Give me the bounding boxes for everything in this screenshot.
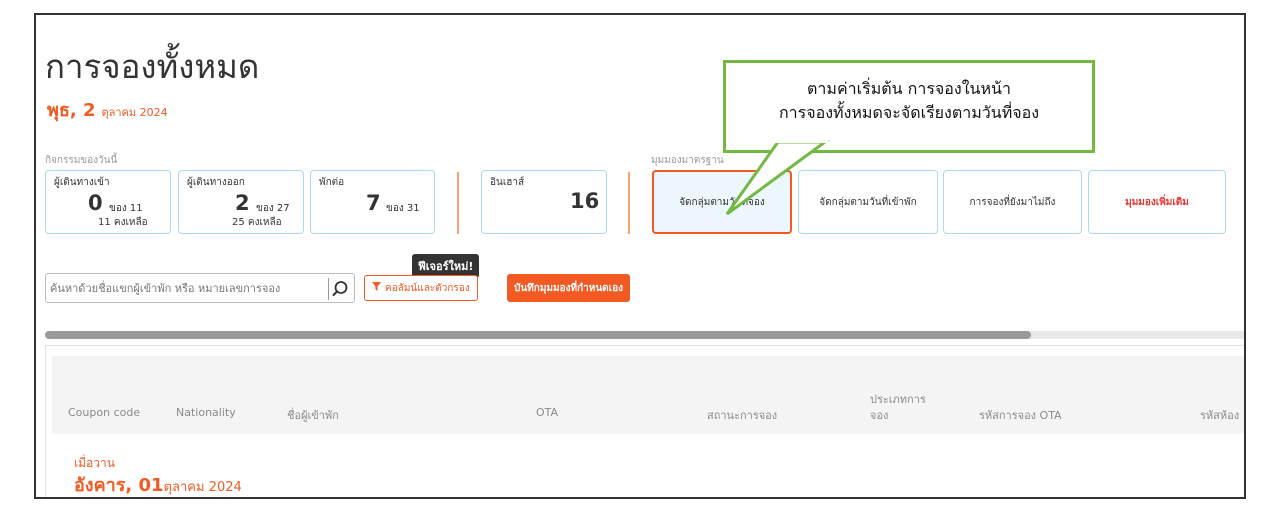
current-date-day: พุธ, 2 <box>47 100 96 121</box>
arrivals-of: ของ 11 <box>109 203 143 214</box>
column-coupon-code[interactable]: Coupon code <box>68 406 140 419</box>
inhouse-count: 16 <box>570 189 600 213</box>
current-date: พุธ, 2 ตุลาคม 2024 <box>47 95 168 124</box>
group-date-day: อังคาร, 01 <box>74 475 164 496</box>
arrivals-label: ผู้เดินทางเข้า <box>54 177 110 188</box>
arrivals-card[interactable]: ผู้เดินทางเข้า 0 ของ 11 11 คงเหลือ <box>45 170 171 234</box>
scrollbar-thumb[interactable] <box>45 331 1031 339</box>
page-title: การจองทั้งหมด <box>45 47 260 86</box>
current-date-month: ตุลาคม 2024 <box>101 106 168 119</box>
column-booking-status[interactable]: สถานะการจอง <box>707 406 777 424</box>
activities-section-label: กิจกรรมของวันนี้ <box>45 155 118 166</box>
departures-count: 2 <box>235 191 250 215</box>
departures-remaining: 25 คงเหลือ <box>232 217 282 228</box>
search-icon[interactable] <box>328 278 350 300</box>
table-header: Coupon code Nationality ชื่อผู้เข้าพัก O… <box>52 356 1244 434</box>
horizontal-scrollbar[interactable] <box>45 331 1244 339</box>
search-box[interactable] <box>45 273 355 303</box>
filter-icon <box>372 282 381 294</box>
callout-pointer <box>725 139 830 216</box>
bookings-table: Coupon code Nationality ชื่อผู้เข้าพัก O… <box>45 345 1244 497</box>
divider <box>628 172 630 234</box>
columns-filter-button[interactable]: คอลัมน์และตัวกรอง <box>364 275 478 301</box>
stayovers-of: ของ 31 <box>386 203 420 214</box>
column-room-code[interactable]: รหัสห้อง <box>1200 406 1239 424</box>
inhouse-card[interactable]: อินเฮาส์ 16 <box>481 170 607 234</box>
departures-of: ของ 27 <box>256 203 290 214</box>
group-date: อังคาร, 01ตุลาคม 2024 <box>74 470 242 497</box>
search-input[interactable] <box>50 277 322 299</box>
stayovers-card[interactable]: พักต่อ 7 ของ 31 <box>310 170 435 234</box>
callout-line-2: การจองทั้งหมดจะจัดเรียงตามวันที่จอง <box>778 103 1040 122</box>
departures-label: ผู้เดินทางออก <box>187 177 245 188</box>
divider <box>457 172 459 234</box>
inhouse-label: อินเฮาส์ <box>490 177 525 188</box>
view-more-views[interactable]: มุมมองเพิ่มเติม <box>1088 170 1226 234</box>
callout-line-1: ตามค่าเริ่มต้น การจองในหน้า <box>807 79 1011 98</box>
column-booking-type-line2[interactable]: จอง <box>870 406 888 424</box>
arrivals-count: 0 <box>88 191 103 215</box>
column-ota[interactable]: OTA <box>536 406 558 419</box>
departures-card[interactable]: ผู้เดินทางออก 2 ของ 27 25 คงเหลือ <box>178 170 304 234</box>
column-ota-booking-code[interactable]: รหัสการจอง OTA <box>979 406 1062 424</box>
save-custom-view-button[interactable]: บันทึกมุมมองที่กำหนดเอง <box>507 274 630 302</box>
app-frame: การจองทั้งหมด พุธ, 2 ตุลาคม 2024 กิจกรรมข… <box>34 13 1246 499</box>
stayovers-label: พักต่อ <box>319 177 345 188</box>
group-date-month: ตุลาคม 2024 <box>163 480 242 495</box>
arrivals-remaining: 11 คงเหลือ <box>98 217 148 228</box>
columns-filter-label: คอลัมน์และตัวกรอง <box>385 282 470 294</box>
stayovers-count: 7 <box>366 191 381 215</box>
view-upcoming-bookings[interactable]: การจองที่ยังมาไม่ถึง <box>943 170 1082 234</box>
column-nationality[interactable]: Nationality <box>176 406 236 419</box>
column-guest-name[interactable]: ชื่อผู้เข้าพัก <box>287 406 339 424</box>
